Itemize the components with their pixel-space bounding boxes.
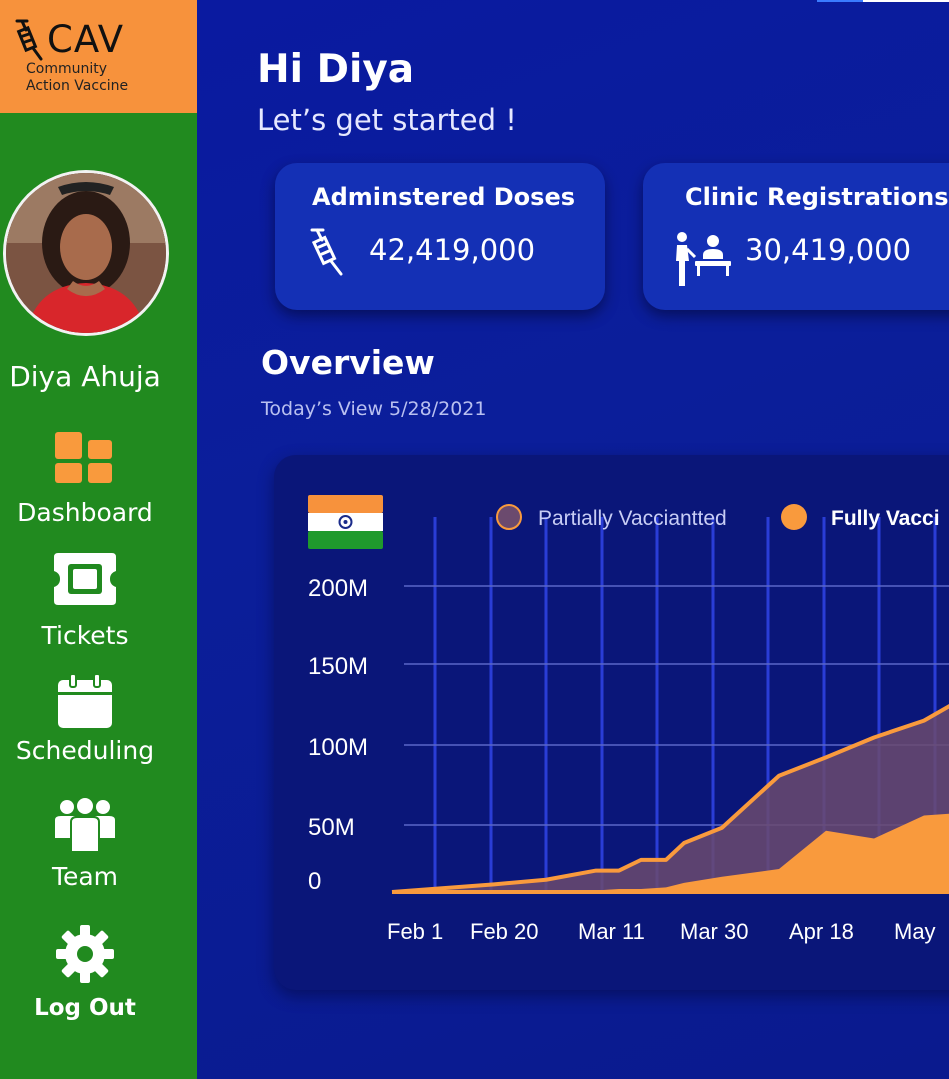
- x-tick-label: Feb 20: [470, 919, 539, 944]
- nav-scheduling[interactable]: Scheduling: [0, 674, 170, 765]
- calendar-icon: [58, 674, 112, 728]
- y-tick-label: 50M: [308, 814, 355, 841]
- card-title: Clinic Registrations: [685, 183, 949, 211]
- ticket-icon: [54, 553, 116, 605]
- card-title: Adminstered Doses: [312, 183, 576, 211]
- x-tick-label: Mar 30: [680, 919, 748, 944]
- flag-chakra-center: [343, 520, 348, 524]
- nav-label: Dashboard: [17, 498, 153, 527]
- legend-swatch-full: [781, 504, 807, 530]
- greeting-subtitle: Let’s get started !: [257, 103, 517, 137]
- x-tick-label: May: [894, 919, 936, 944]
- sidebar: CAV Community Action Vaccine Diya Ahuja …: [0, 0, 197, 1079]
- card-value: 30,419,000: [745, 233, 912, 267]
- nav-dashboard[interactable]: Dashboard: [0, 432, 170, 527]
- user-name: Diya Ahuja: [9, 360, 161, 393]
- y-tick-label: 150M: [308, 653, 368, 680]
- vaccination-chart: 0 50M 100M 150M 200M Feb 1 Feb 20 Mar 11 Mar 30 A…: [308, 495, 949, 944]
- flag-stripe-saffron: [308, 495, 383, 513]
- brand-header[interactable]: CAV Community Action Vaccine: [0, 0, 197, 113]
- x-tick-label: Feb 1: [387, 919, 443, 944]
- grid-icon: [55, 432, 112, 483]
- flag-stripe-green: [308, 531, 383, 549]
- syringe-icon: [15, 19, 43, 61]
- nav-tickets[interactable]: Tickets: [0, 553, 170, 650]
- legend-label-full: Fully Vacci: [831, 507, 940, 530]
- clinic-icon: [676, 232, 731, 286]
- greeting-heading: Hi Diya: [257, 47, 415, 92]
- clinic-registrations-card[interactable]: Clinic Registrations 30,419,000: [643, 163, 949, 310]
- legend-swatch-partial: [496, 504, 522, 530]
- x-tick-label: Apr 18: [789, 919, 854, 944]
- team-icon: [55, 798, 115, 852]
- logo-text: CAV: [47, 18, 125, 61]
- nav-label: Scheduling: [15, 736, 155, 765]
- avatar[interactable]: [3, 170, 169, 336]
- avatar-image: [6, 173, 166, 333]
- x-tick-label: Mar 11: [578, 919, 645, 944]
- chart-panel: 0 50M 100M 150M 200M Feb 1 Feb 20 Mar 11 Mar 30 A…: [274, 455, 949, 990]
- syringe-icon: [310, 228, 343, 276]
- overview-subtitle: Today’s View 5/28/2021: [261, 398, 487, 420]
- card-value: 42,419,000: [369, 233, 536, 267]
- gear-icon: [56, 925, 114, 983]
- administered-doses-card[interactable]: Adminstered Doses 42,419,000: [275, 163, 605, 310]
- brand-tagline-2: Action Vaccine: [26, 78, 129, 94]
- nav-team[interactable]: Team: [0, 798, 170, 891]
- top-progress-fill: [817, 0, 863, 2]
- nav-logout[interactable]: Log Out: [0, 925, 170, 1021]
- nav-label: Log Out: [34, 995, 136, 1021]
- nav-label: Tickets: [41, 621, 129, 650]
- main-content: Hi Diya Let’s get started ! Adminstered …: [197, 0, 949, 1079]
- y-tick-label: 0: [308, 868, 321, 895]
- y-tick-label: 200M: [308, 575, 368, 602]
- brand-tagline-1: Community: [26, 61, 108, 77]
- overview-title: Overview: [261, 343, 435, 382]
- y-tick-label: 100M: [308, 734, 368, 761]
- legend-label-partial: Partially Vacciantted: [538, 507, 727, 530]
- nav-label: Team: [51, 862, 119, 891]
